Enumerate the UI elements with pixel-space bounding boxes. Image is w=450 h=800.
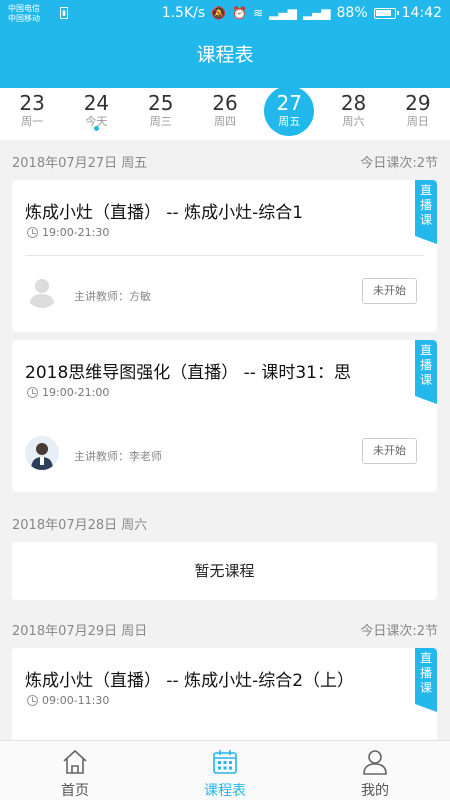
course-time-text: 09:00-11:30: [42, 694, 110, 707]
date-item-26[interactable]: 26 周四: [193, 88, 257, 140]
carrier-info: 中国电信 中国移动: [8, 4, 40, 24]
alarm-icon: ⏰: [232, 6, 248, 20]
signal-icon: ▂▄▆: [269, 6, 297, 20]
nav-label: 首页: [61, 783, 89, 799]
course-time: 19:00-21:00: [27, 386, 109, 399]
divider: [25, 255, 424, 256]
page-title: 课程表: [196, 44, 254, 66]
date-weekday: 周五: [278, 115, 301, 128]
battery-icon: [373, 7, 399, 19]
live-course-tag: 直播 课: [415, 340, 437, 404]
network-speed: 1.5K/s: [161, 5, 206, 21]
course-title: 炼成小灶（直播） -- 炼成小灶-综合1: [25, 203, 304, 223]
app-header: 中国电信 中国移动 ▮ 1.5K/s 🔕 ⏰ ≋ ▂▄▆ ▂▄▆ 88% 14:…: [0, 0, 450, 88]
course-time-text: 19:00-21:00: [42, 386, 110, 399]
date-group-header: 2018年07月27日 周五 今日课次:2节: [0, 140, 450, 180]
teacher-avatar-icon: [25, 274, 59, 308]
status-right: 1.5K/s 🔕 ⏰ ≋ ▂▄▆ ▂▄▆ 88% 14:42: [162, 5, 442, 21]
date-selector: 23 周一 24 今天 25 周三 26 周四 27 周五 28 周六 29 周…: [0, 86, 450, 140]
date-number: 24: [83, 91, 110, 115]
calendar-icon: [213, 750, 237, 774]
teacher-avatar-icon: [25, 436, 59, 470]
teacher-name: 主讲教师：李老师: [74, 450, 162, 463]
date-number: 27: [276, 91, 302, 115]
clock-icon: [27, 387, 38, 398]
wifi-icon: ≋: [253, 6, 264, 20]
date-group-header: 2018年07月29日 周日 今日课次:2节: [0, 608, 450, 648]
course-title: 2018思维导图强化（直播） -- 课时31：思: [25, 363, 351, 383]
carrier-1: 中国电信: [8, 4, 40, 13]
course-status-button[interactable]: 未开始: [362, 438, 417, 464]
signal-icon-2: ▂▄▆: [302, 6, 331, 20]
mute-icon: 🔕: [211, 6, 227, 20]
course-time: 09:00-11:30: [27, 694, 109, 707]
date-item-23[interactable]: 23 周一: [0, 88, 64, 140]
date-number: 25: [147, 91, 174, 115]
tag-text: 直播: [419, 343, 432, 372]
date-number: 28: [340, 91, 367, 115]
clock-time: 14:42: [401, 5, 442, 21]
course-card[interactable]: 2018思维导图强化（直播） -- 课时31：思 19:00-21:00 直播 …: [12, 340, 437, 492]
tag-text: 直播: [419, 183, 432, 212]
clock-icon: [27, 227, 38, 238]
date-item-29[interactable]: 29 周日: [386, 88, 450, 140]
date-number: 26: [212, 91, 238, 115]
tag-text: 课: [419, 213, 432, 227]
group-date: 2018年07月29日 周日: [12, 624, 148, 639]
nav-item-schedule[interactable]: 课程表: [150, 741, 300, 800]
group-date: 2018年07月28日 周六: [12, 518, 148, 533]
group-course-count: 今日课次:2节: [360, 624, 438, 639]
tag-text: 直播: [419, 651, 432, 680]
tag-text: 课: [419, 681, 432, 695]
date-number: 23: [19, 91, 45, 115]
date-weekday: 周三: [149, 115, 172, 128]
home-icon: [63, 749, 87, 774]
nav-label: 我的: [361, 783, 389, 799]
course-title: 炼成小灶（直播） -- 炼成小灶-综合2（上）: [25, 671, 355, 691]
date-weekday: 周六: [342, 115, 365, 128]
date-item-27-selected[interactable]: 27 周五: [257, 86, 321, 140]
date-item-28[interactable]: 28 周六: [321, 88, 385, 140]
date-weekday: 周日: [406, 115, 429, 128]
live-course-tag: 直播 课: [415, 648, 437, 712]
course-status-button[interactable]: 未开始: [362, 278, 417, 304]
course-card[interactable]: 炼成小灶（直播） -- 炼成小灶-综合2（上） 09:00-11:30 直播 课: [12, 648, 437, 748]
group-date: 2018年07月27日 周五: [12, 156, 148, 171]
sim-card-icon: ▮: [60, 7, 68, 19]
today-indicator-dot: [93, 126, 99, 131]
course-time: 19:00-21:30: [27, 226, 109, 239]
live-course-tag: 直播 课: [415, 180, 437, 244]
tag-text: 课: [419, 373, 432, 387]
user-icon: [363, 750, 387, 775]
clock-icon: [27, 695, 38, 706]
nav-label: 课程表: [204, 783, 246, 799]
course-card[interactable]: 炼成小灶（直播） -- 炼成小灶-综合1 19:00-21:30 直播 课 主讲…: [12, 180, 437, 332]
carrier-2: 中国移动: [8, 14, 40, 23]
date-item-24[interactable]: 24 今天: [64, 88, 128, 140]
status-bar: 中国电信 中国移动 ▮ 1.5K/s 🔕 ⏰ ≋ ▂▄▆ ▂▄▆ 88% 14:…: [0, 0, 450, 30]
date-item-25[interactable]: 25 周三: [129, 88, 193, 140]
nav-item-profile[interactable]: 我的: [300, 741, 450, 800]
date-weekday: 周一: [21, 115, 44, 128]
nav-item-home[interactable]: 首页: [0, 741, 150, 800]
group-course-count: 今日课次:2节: [360, 156, 438, 171]
battery-percent: 88%: [336, 5, 368, 21]
teacher-name: 主讲教师：方敏: [74, 290, 151, 303]
date-weekday: 周四: [213, 115, 236, 128]
date-number: 29: [405, 91, 431, 115]
no-course-placeholder: 暂无课程: [12, 542, 437, 600]
bottom-navigation: 首页 课程表 我的: [0, 740, 450, 800]
date-group-header: 2018年07月28日 周六: [0, 502, 450, 542]
course-time-text: 19:00-21:30: [42, 226, 110, 239]
